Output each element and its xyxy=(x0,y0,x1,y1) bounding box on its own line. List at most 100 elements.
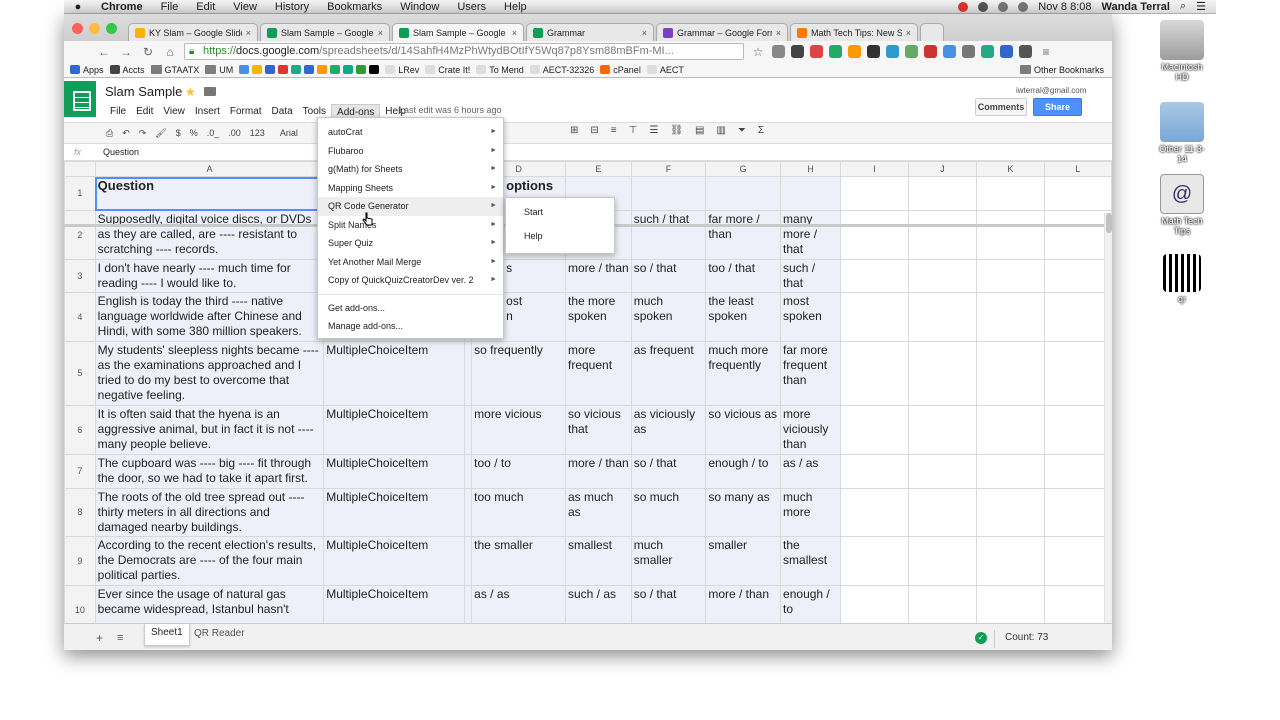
extension-icon[interactable] xyxy=(962,45,975,58)
list-icon[interactable]: ☰ xyxy=(1196,0,1206,13)
row-header[interactable]: 4 xyxy=(64,292,96,342)
cell[interactable]: too / to xyxy=(471,454,566,489)
cell[interactable]: so much xyxy=(630,488,707,537)
menu-edit[interactable]: Edit xyxy=(187,1,224,13)
bookmark-icons[interactable] xyxy=(239,65,380,74)
menu-item-gmath[interactable]: g(Math) for Sheets ► xyxy=(318,160,503,179)
select-all-corner[interactable] xyxy=(64,161,96,177)
cell[interactable]: more / than xyxy=(565,259,632,293)
cell[interactable] xyxy=(975,488,1045,537)
cell[interactable] xyxy=(975,405,1045,455)
account-email[interactable]: iwterral@gmail.com xyxy=(1016,86,1086,95)
cell[interactable] xyxy=(975,341,1045,406)
close-tab-icon[interactable]: × xyxy=(378,28,383,38)
share-button[interactable]: Share xyxy=(1033,98,1082,116)
bookmark-tomend[interactable]: To Mend xyxy=(476,65,524,75)
row-header[interactable]: 8 xyxy=(64,488,96,537)
cell[interactable] xyxy=(1043,292,1112,342)
paint-format-icon[interactable]: 🖌︎ xyxy=(155,128,166,139)
chrome-menu-icon[interactable]: ≡ xyxy=(1038,45,1054,59)
bookmark-gtaatx[interactable]: GTAATX xyxy=(150,65,199,75)
desktop-icon-qr[interactable]: qr xyxy=(1156,254,1208,304)
menu-history[interactable]: History xyxy=(266,1,318,13)
row-header[interactable]: 7 xyxy=(64,454,96,489)
move-folder-icon[interactable] xyxy=(204,87,216,96)
cell[interactable]: the least spoken xyxy=(705,292,782,342)
cell[interactable]: smaller xyxy=(705,536,782,586)
cell[interactable]: much more xyxy=(780,488,841,537)
search-icon[interactable]: ⌕ xyxy=(1180,0,1186,13)
row-header[interactable]: 1 xyxy=(64,176,96,211)
wrap-text-icon[interactable]: ☰ xyxy=(649,125,658,136)
menu-view[interactable]: View xyxy=(224,1,266,13)
cell[interactable]: much spoken xyxy=(630,292,707,342)
desktop-icon-folder[interactable]: Other 11-3-14 xyxy=(1156,102,1208,164)
cell[interactable] xyxy=(839,454,909,489)
column-header-l[interactable]: L xyxy=(1043,161,1112,177)
browser-tab[interactable]: Slam Sample – Google Sh × xyxy=(260,23,390,41)
cell[interactable]: MultipleChoiceItem xyxy=(323,488,465,537)
cell[interactable]: most spoken xyxy=(780,292,841,342)
cell[interactable] xyxy=(463,341,473,406)
desktop-icon-webloc[interactable]: @ Math Tech Tips xyxy=(1156,174,1208,236)
cell[interactable]: Ever since the usage of natural gas beca… xyxy=(94,585,325,623)
desktop-icon-hd[interactable]: Macintosh HD xyxy=(1156,20,1208,82)
row-header[interactable]: 3 xyxy=(64,259,96,293)
cell[interactable]: My students' sleepless nights became ---… xyxy=(94,341,325,406)
column-header-i[interactable]: I xyxy=(839,161,909,177)
bookmark-lrev[interactable]: LRev xyxy=(385,65,419,75)
cell[interactable] xyxy=(463,488,473,537)
close-tab-icon[interactable]: × xyxy=(246,28,251,38)
cell[interactable] xyxy=(975,454,1045,489)
cell[interactable]: The cupboard was ---- big ---- fit throu… xyxy=(94,454,325,489)
cell[interactable]: such / that xyxy=(780,259,841,293)
print-icon[interactable]: ⎙ xyxy=(106,128,113,139)
menu-item-get-addons[interactable]: Get add-ons... xyxy=(318,299,503,318)
font-family-dropdown[interactable]: Arial xyxy=(280,128,298,138)
cell[interactable]: more frequent xyxy=(565,341,632,406)
bookmark-apps[interactable]: Apps xyxy=(70,65,104,75)
add-sheet-icon[interactable]: + xyxy=(96,631,103,645)
wifi-icon[interactable] xyxy=(998,1,1009,12)
bookmark-aect-32326[interactable]: AECT-32326 xyxy=(529,65,594,75)
cell[interactable]: Question xyxy=(94,176,325,211)
cell[interactable] xyxy=(975,210,1045,260)
home-icon[interactable]: ⌂ xyxy=(162,45,178,59)
sheets-logo[interactable] xyxy=(64,81,96,117)
sheet-tab-active[interactable]: Sheet1 xyxy=(144,624,190,646)
last-edit-status[interactable]: Last edit was 6 hours ago xyxy=(399,105,502,115)
bookmark-um[interactable]: UM xyxy=(205,65,233,75)
extension-icon[interactable] xyxy=(829,45,842,58)
submenu-item-start[interactable]: Start xyxy=(506,203,614,227)
app-menu[interactable]: Chrome xyxy=(92,1,152,13)
undo-icon[interactable]: ↶ xyxy=(122,128,130,139)
decrease-decimal-button[interactable]: .0_ xyxy=(207,128,220,138)
link-icon[interactable]: ⛓︎ xyxy=(670,125,683,136)
cell[interactable]: MultipleChoiceItem xyxy=(323,405,465,455)
cell[interactable]: much more frequently xyxy=(705,341,782,406)
cell[interactable] xyxy=(780,176,841,211)
increase-decimal-button[interactable]: .00 xyxy=(228,128,241,138)
cell[interactable]: far more frequent than xyxy=(780,341,841,406)
menu-users[interactable]: Users xyxy=(448,1,495,13)
submenu-item-help[interactable]: Help xyxy=(506,227,614,251)
cell[interactable]: such / that xyxy=(630,210,707,260)
menu-help[interactable]: Help xyxy=(495,1,536,13)
row-header[interactable]: 2 xyxy=(64,210,96,260)
chart-icon[interactable]: ▥ xyxy=(716,125,725,136)
cell[interactable]: the smallest xyxy=(780,536,841,586)
close-tab-icon[interactable]: × xyxy=(906,28,911,38)
cell[interactable]: so / that xyxy=(630,259,707,293)
other-bookmarks[interactable]: Other Bookmarks xyxy=(1019,65,1112,75)
column-header-h[interactable]: H xyxy=(780,161,841,177)
cell[interactable]: so many as xyxy=(705,488,782,537)
cell[interactable] xyxy=(1043,176,1112,211)
row-header[interactable]: 6 xyxy=(64,405,96,455)
record-icon[interactable] xyxy=(958,1,969,12)
cell[interactable]: the more spoken xyxy=(565,292,632,342)
cell[interactable] xyxy=(907,259,977,293)
filter-icon[interactable]: ⏷ xyxy=(738,125,746,136)
cell[interactable]: MultipleChoiceItem xyxy=(323,536,465,586)
row-header[interactable]: 9 xyxy=(64,536,96,586)
column-header-f[interactable]: F xyxy=(630,161,707,177)
